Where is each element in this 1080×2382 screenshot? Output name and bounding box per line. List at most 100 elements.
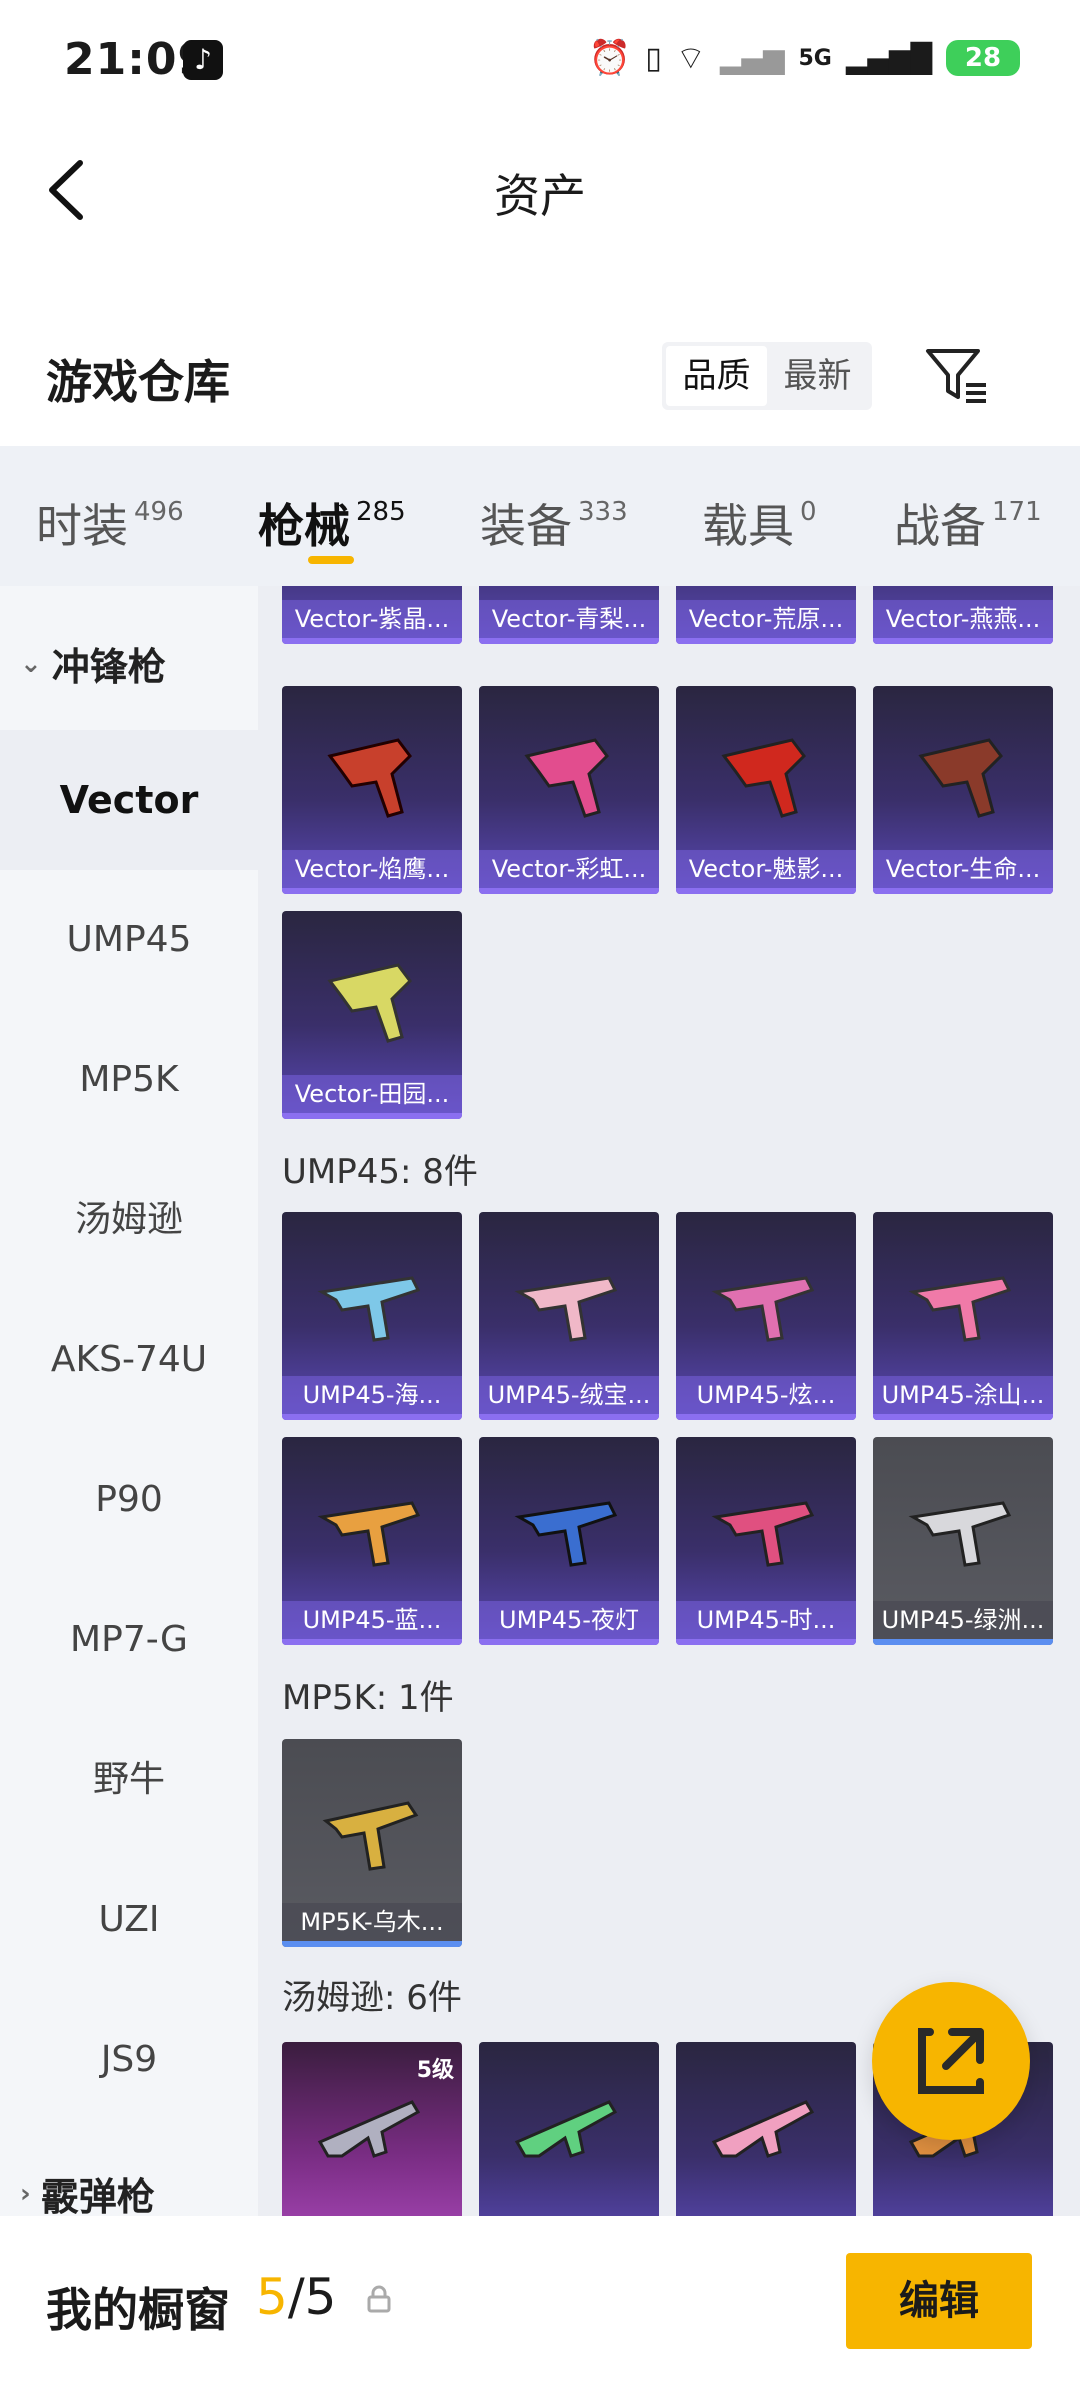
item-card[interactable]: Vector-生命... <box>873 686 1053 894</box>
rarity-bar <box>282 1113 462 1119</box>
tab-guns[interactable]: 枪械 285 <box>258 490 406 556</box>
rarity-bar <box>282 1414 462 1420</box>
sort-latest-button[interactable]: 最新 <box>767 346 868 406</box>
tab-vehicles[interactable]: 载具 0 <box>702 490 817 556</box>
item-card[interactable] <box>676 2042 856 2216</box>
weapon-sidebar: ⌄ 冲锋枪 Vector UMP45 MP5K 汤姆逊 AKS-74U P90 … <box>0 586 258 2216</box>
tab-label: 载具 <box>702 499 794 553</box>
active-tab-indicator <box>308 556 354 564</box>
tiktok-icon: ♪ <box>183 40 223 80</box>
rarity-bar <box>282 638 462 644</box>
item-label: Vector-焰鹰... <box>282 850 462 888</box>
rarity-bar <box>676 638 856 644</box>
showcase-count-current: 5 <box>256 2268 288 2326</box>
sidebar-item-bison[interactable]: 野牛 <box>0 1710 258 1850</box>
vector-gun-icon <box>918 738 1003 818</box>
chevron-right-icon: › <box>20 2178 31 2209</box>
rarity-bar <box>676 888 856 894</box>
share-fab-button[interactable] <box>872 1982 1030 2140</box>
tab-count: 333 <box>578 497 628 527</box>
rarity-bar <box>873 888 1053 894</box>
item-label: UMP45-绿洲... <box>873 1601 1053 1639</box>
alarm-icon: ⏰ <box>588 38 632 78</box>
page-title: 资产 <box>494 169 586 223</box>
item-card[interactable]: UMP45-夜灯 <box>479 1437 659 1645</box>
tab-label: 时装 <box>36 499 128 553</box>
smg-gun-icon <box>908 1501 1012 1567</box>
sidebar-item-thompson[interactable]: 汤姆逊 <box>0 1150 258 1290</box>
sidebar-item-js9[interactable]: JS9 <box>0 1990 258 2130</box>
item-label: UMP45-涂山... <box>873 1376 1053 1414</box>
sidebar-item-mp5k[interactable]: MP5K <box>0 1010 258 1150</box>
rarity-bar <box>282 888 462 894</box>
tab-supplies[interactable]: 战备 171 <box>894 490 1042 556</box>
share-icon <box>918 2028 984 2094</box>
vector-gun-icon <box>327 963 412 1043</box>
sidebar-category-label: 霰弹枪 <box>40 2175 155 2216</box>
item-card[interactable]: UMP45-绒宝... <box>479 1212 659 1420</box>
item-grid: Vector-紫晶... Vector-青梨... Vector-荒原... V… <box>258 586 1080 2216</box>
network-label: 5G <box>798 45 832 71</box>
item-card[interactable]: UMP45-绿洲... <box>873 1437 1053 1645</box>
item-label: Vector-燕燕... <box>873 600 1053 638</box>
sidebar-item-aks74u[interactable]: AKS-74U <box>0 1290 258 1430</box>
lock-icon <box>367 2285 391 2313</box>
item-label: UMP45-夜灯 <box>479 1601 659 1639</box>
item-label: Vector-彩虹... <box>479 850 659 888</box>
item-card[interactable]: UMP45-蓝... <box>282 1437 462 1645</box>
rarity-bar <box>676 1414 856 1420</box>
tab-count: 171 <box>992 497 1042 527</box>
vibrate-icon: ▯ <box>645 40 662 76</box>
item-card[interactable] <box>479 2042 659 2216</box>
tab-label: 装备 <box>480 499 572 553</box>
item-card[interactable]: Vector-荒原... <box>676 586 856 644</box>
item-label: UMP45-炫... <box>676 1376 856 1414</box>
item-card[interactable]: Vector-焰鹰... <box>282 686 462 894</box>
smg-gun-icon <box>514 1501 618 1567</box>
sidebar-category-shotgun[interactable]: › 霰弹枪 <box>20 2166 155 2216</box>
item-card[interactable]: Vector-田园... <box>282 911 462 1119</box>
tab-equipment[interactable]: 装备 333 <box>480 490 628 556</box>
showcase-title: 我的橱窗 <box>46 2283 230 2337</box>
smg-gun-icon <box>711 1501 815 1567</box>
item-label: MP5K-乌木... <box>282 1903 462 1941</box>
item-card[interactable]: Vector-魅影... <box>676 686 856 894</box>
rarity-bar <box>676 1639 856 1645</box>
item-label: Vector-田园... <box>282 1075 462 1113</box>
sidebar-item-mp7g[interactable]: MP7-G <box>0 1570 258 1710</box>
thompson-gun-icon <box>711 2100 815 2158</box>
item-card[interactable]: MP5K-乌木... <box>282 1739 462 1947</box>
rarity-bar <box>873 638 1053 644</box>
sidebar-category-smg[interactable]: ⌄ 冲锋枪 <box>20 636 166 691</box>
sidebar-item-p90[interactable]: P90 <box>0 1430 258 1570</box>
smg-gun-icon <box>322 1801 419 1871</box>
filter-icon[interactable] <box>924 345 990 405</box>
tab-label: 枪械 <box>258 499 350 553</box>
tab-fashion[interactable]: 时装 496 <box>36 490 184 556</box>
item-label: Vector-魅影... <box>676 850 856 888</box>
item-card[interactable]: Vector-彩虹... <box>479 686 659 894</box>
rarity-bar <box>282 1941 462 1947</box>
item-card[interactable]: UMP45-海... <box>282 1212 462 1420</box>
item-card[interactable]: Vector-紫晶... <box>282 586 462 644</box>
item-card[interactable]: Vector-青梨... <box>479 586 659 644</box>
item-label: Vector-紫晶... <box>282 600 462 638</box>
item-card[interactable]: Vector-燕燕... <box>873 586 1053 644</box>
tab-count: 496 <box>134 497 184 527</box>
sidebar-item-uzi[interactable]: UZI <box>0 1850 258 1990</box>
sidebar-item-ump45[interactable]: UMP45 <box>0 870 258 1010</box>
rarity-bar <box>282 1639 462 1645</box>
category-tabs: 时装 496 枪械 285 装备 333 载具 0 战备 171 <box>0 446 1080 586</box>
edit-button[interactable]: 编辑 <box>846 2253 1032 2349</box>
item-card[interactable]: UMP45-涂山... <box>873 1212 1053 1420</box>
warehouse-title: 游戏仓库 <box>46 355 230 409</box>
rarity-bar <box>479 888 659 894</box>
sidebar-category-label: 冲锋枪 <box>51 645 166 689</box>
thompson-gun-icon <box>317 2100 421 2158</box>
sort-quality-button[interactable]: 品质 <box>666 346 767 406</box>
item-card[interactable]: 5级 <box>282 2042 462 2216</box>
sidebar-item-vector[interactable]: Vector <box>0 730 258 870</box>
vector-gun-icon <box>524 738 609 818</box>
item-card[interactable]: UMP45-炫... <box>676 1212 856 1420</box>
item-card[interactable]: UMP45-时... <box>676 1437 856 1645</box>
